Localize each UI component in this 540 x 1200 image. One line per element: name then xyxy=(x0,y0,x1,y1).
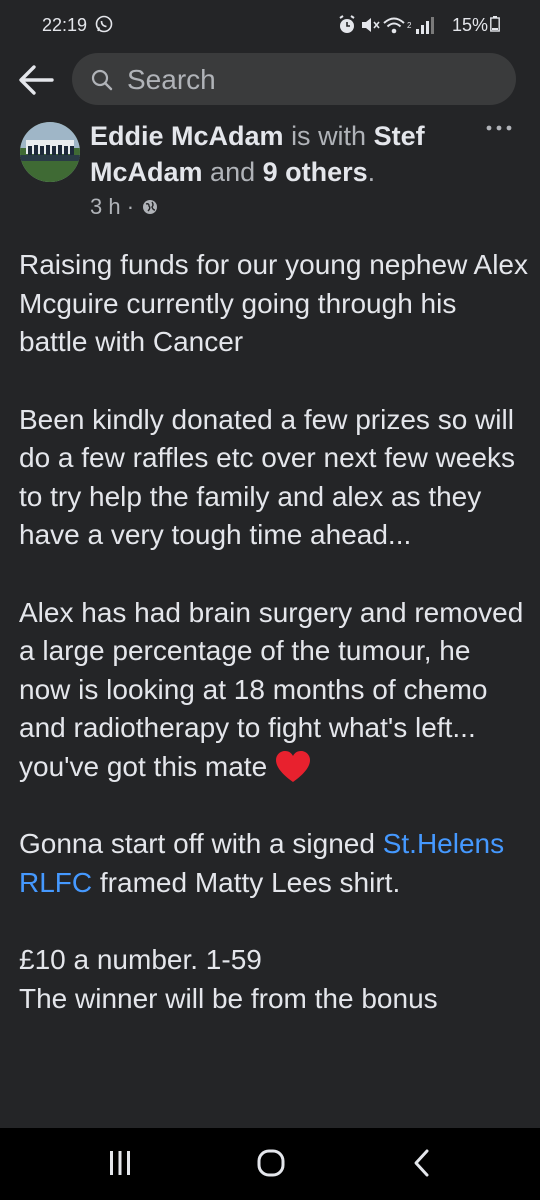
back-arrow-icon[interactable] xyxy=(16,62,56,98)
author-name[interactable]: Eddie McAdam xyxy=(90,121,284,151)
post-paragraph-3-text: Alex has had brain surgery and removed a… xyxy=(19,596,524,782)
signal-icon: 2 xyxy=(407,17,434,34)
search-input[interactable]: Search xyxy=(127,64,487,96)
post-paragraph-4-text-after: framed Matty Lees shirt. xyxy=(99,866,401,898)
avatar-image xyxy=(20,122,80,182)
post-time[interactable]: 3 h xyxy=(90,194,121,219)
whatsapp-icon xyxy=(95,15,113,33)
post-paragraph-4: Gonna start off with a signed St.Helens … xyxy=(19,825,529,902)
post-author-line: Eddie McAdam is with Stef McAdam and 9 o… xyxy=(90,118,480,190)
post-paragraph-3: Alex has had brain surgery and removed a… xyxy=(19,594,529,787)
post-paragraph-4-text-before: Gonna start off with a signed xyxy=(19,828,375,859)
svg-text:2: 2 xyxy=(407,21,412,30)
others-link[interactable]: 9 others xyxy=(263,157,368,187)
more-options-icon[interactable] xyxy=(484,120,514,136)
status-bar: 22:19 2 15% xyxy=(0,0,540,50)
post-paragraph-1: Raising funds for our young nephew Alex … xyxy=(19,249,528,357)
battery-percent: 15% xyxy=(452,15,489,35)
author-avatar[interactable] xyxy=(20,122,80,182)
battery-icon xyxy=(490,16,500,32)
search-bar[interactable]: Search xyxy=(72,53,516,105)
wifi-icon xyxy=(383,17,405,34)
post-meta: 3 h · xyxy=(90,194,158,220)
back-nav-icon[interactable] xyxy=(410,1148,434,1178)
post-paragraph-5: £10 a number. 1-59 xyxy=(19,944,262,975)
meta-separator: · xyxy=(126,194,135,219)
post-body: Raising funds for our young nephew Alex … xyxy=(19,246,529,1018)
top-app-bar: Search xyxy=(0,50,540,110)
status-time: 22:19 xyxy=(42,15,88,35)
home-icon[interactable] xyxy=(256,1148,286,1178)
and-text: and xyxy=(210,157,256,187)
post-header: Eddie McAdam is with Stef McAdam and 9 o… xyxy=(0,112,540,227)
post-paragraph-6: The winner will be from the bonus xyxy=(19,982,438,1014)
post-paragraph-2: Been kindly donated a few prizes so will… xyxy=(19,403,515,551)
recent-apps-icon[interactable] xyxy=(107,1148,133,1178)
heart-icon xyxy=(275,750,310,782)
status-icons: 2 xyxy=(339,15,434,34)
globe-icon xyxy=(143,200,158,214)
system-nav-bar xyxy=(0,1128,540,1200)
alarm-icon xyxy=(339,15,355,33)
period-text: . xyxy=(367,157,376,187)
with-text: is with xyxy=(291,121,367,151)
mute-icon xyxy=(362,18,380,32)
search-icon xyxy=(91,69,113,91)
